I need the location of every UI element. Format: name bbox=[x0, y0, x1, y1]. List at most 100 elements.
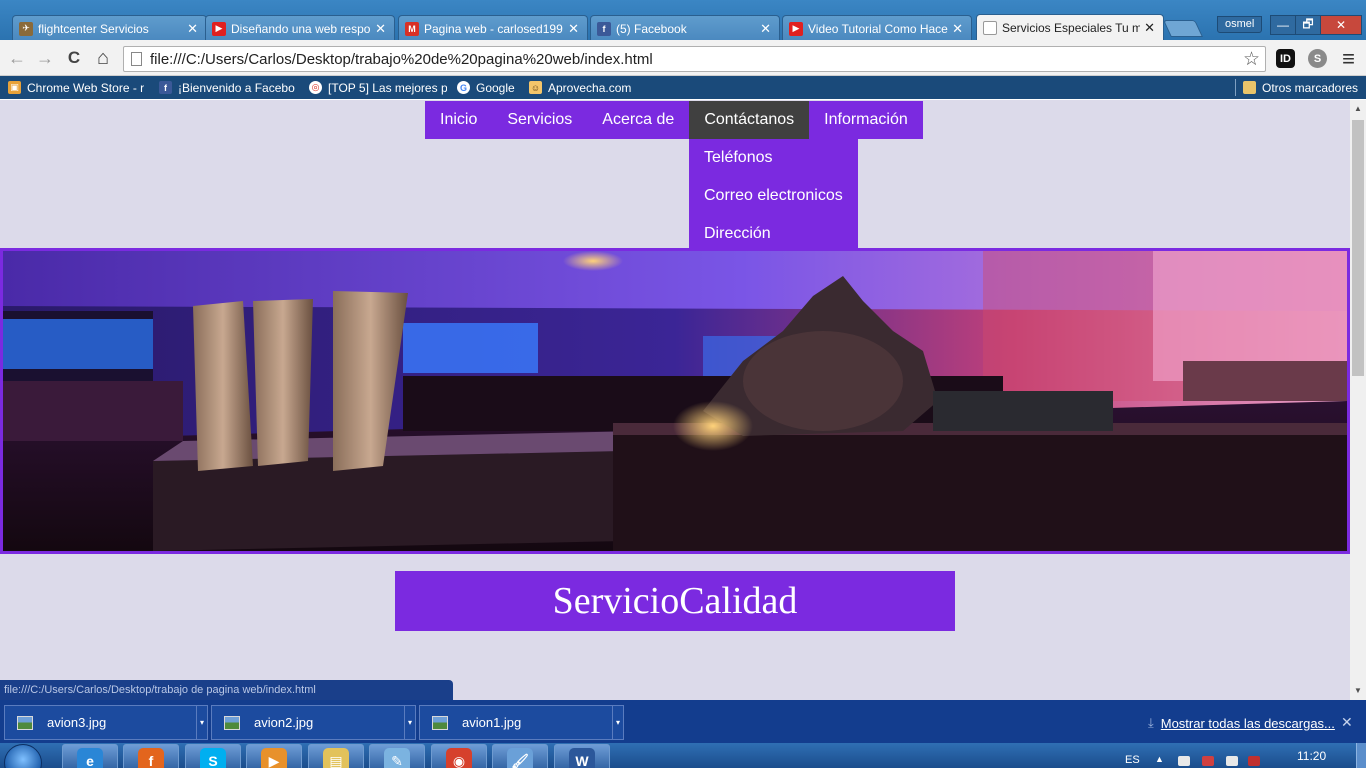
forward-arrow-icon[interactable]: → bbox=[35, 48, 55, 68]
tab-youtube-2[interactable]: ▶ Video Tutorial Como Hace ✕ bbox=[782, 15, 972, 41]
bookmark-google[interactable]: G Google bbox=[457, 79, 521, 96]
bookmark-label: Aprovecha.com bbox=[548, 80, 632, 95]
tab-label: flightcenter Servicios bbox=[38, 21, 149, 36]
tab-close-icon[interactable]: ✕ bbox=[952, 21, 963, 37]
tab-flightcenter[interactable]: ✈ flightcenter Servicios ✕ bbox=[12, 15, 207, 41]
close-downloads-icon[interactable]: ✕ bbox=[1341, 714, 1353, 731]
action-center-flag-icon[interactable] bbox=[1202, 756, 1214, 766]
taskbar-app-skype[interactable]: S bbox=[185, 744, 241, 768]
page-icon bbox=[983, 21, 997, 35]
downloads-shelf: avion3.jpg ▾ avion2.jpg ▾ avion1.jpg ▾ ⤓… bbox=[0, 700, 1366, 743]
media-player-icon: ▶ bbox=[261, 748, 287, 768]
tab-label: Video Tutorial Como Hace bbox=[808, 21, 948, 36]
download-item[interactable]: avion3.jpg ▾ bbox=[4, 705, 208, 740]
chevron-down-icon[interactable]: ▾ bbox=[196, 706, 207, 739]
tab-close-icon[interactable]: ✕ bbox=[1144, 20, 1155, 36]
skype-extension-icon[interactable]: S bbox=[1308, 49, 1327, 68]
page-icon bbox=[131, 52, 142, 66]
image-file-icon bbox=[224, 715, 240, 730]
start-button[interactable] bbox=[4, 744, 42, 768]
chrome-menu-icon[interactable]: ≡ bbox=[1339, 46, 1358, 71]
chrome-web-store-icon: ▣ bbox=[8, 81, 21, 94]
restore-button[interactable]: 🗗 bbox=[1295, 15, 1321, 35]
menu-item-informacion[interactable]: Información bbox=[809, 101, 923, 139]
tab-youtube-1[interactable]: ▶ Diseñando una web respo ✕ bbox=[205, 15, 395, 41]
menu-item-contactanos[interactable]: Contáctanos bbox=[689, 101, 810, 139]
bookmark-label: Chrome Web Store - r bbox=[27, 80, 145, 95]
bookmark-aprovecha[interactable]: ☺ Aprovecha.com bbox=[529, 79, 639, 96]
tab-label: Pagina web - carlosed199 bbox=[424, 21, 563, 36]
headline-servicio-calidad: ServicioCalidad bbox=[395, 571, 955, 631]
bookmark-chrome-web-store[interactable]: ▣ Chrome Web Store - r bbox=[8, 79, 148, 96]
google-icon: G bbox=[457, 81, 470, 94]
scroll-up-icon[interactable]: ▲ bbox=[1350, 102, 1366, 116]
show-all-downloads-label: Mostrar todas las descargas... bbox=[1160, 715, 1335, 731]
taskbar-app-media-player[interactable]: ▶ bbox=[246, 744, 302, 768]
download-item[interactable]: avion2.jpg ▾ bbox=[211, 705, 416, 740]
taskbar-app-firefox[interactable]: f bbox=[123, 744, 179, 768]
minimize-button[interactable]: — bbox=[1270, 15, 1296, 35]
display-icon[interactable] bbox=[1226, 756, 1238, 766]
firefox-icon: f bbox=[138, 748, 164, 768]
tab-facebook[interactable]: f (5) Facebook ✕ bbox=[590, 15, 780, 41]
menu-item-inicio[interactable]: Inicio bbox=[425, 101, 492, 139]
taskbar-app-chrome[interactable]: ◉ bbox=[431, 744, 487, 768]
status-bubble-url: file:///C:/Users/Carlos/Desktop/trabajo … bbox=[0, 680, 453, 700]
chevron-down-icon[interactable]: ▾ bbox=[404, 706, 415, 739]
network-icon[interactable] bbox=[1178, 756, 1190, 766]
image-file-icon bbox=[432, 715, 448, 730]
system-clock[interactable]: 11:20 bbox=[1297, 749, 1326, 763]
page-scrollbar[interactable]: ▲ ▼ bbox=[1350, 100, 1366, 700]
reload-icon[interactable]: C bbox=[64, 48, 84, 68]
bookmark-label: [TOP 5] Las mejores p bbox=[328, 80, 447, 95]
tab-label: Servicios Especiales Tu mu bbox=[1002, 21, 1141, 35]
scroll-down-icon[interactable]: ▼ bbox=[1350, 684, 1366, 698]
taskbar-app-paint[interactable]: 🖌 bbox=[492, 744, 548, 768]
home-icon[interactable]: ⌂ bbox=[93, 48, 113, 68]
user-profile-button[interactable]: osmel bbox=[1217, 16, 1263, 33]
tab-close-icon[interactable]: ✕ bbox=[187, 21, 198, 37]
download-item[interactable]: avion1.jpg ▾ bbox=[419, 705, 624, 740]
image-file-icon bbox=[17, 715, 33, 730]
new-tab-button[interactable] bbox=[1163, 20, 1203, 37]
menu-item-servicios[interactable]: Servicios bbox=[492, 101, 587, 139]
windows-taskbar: e f S ▶ ▤ ✎ ◉ 🖌 W ES ▲ 11:20 bbox=[0, 743, 1366, 768]
tab-gmail[interactable]: M Pagina web - carlosed199 ✕ bbox=[398, 15, 588, 41]
submenu-item-telefonos[interactable]: Teléfonos bbox=[689, 139, 858, 177]
tab-close-icon[interactable]: ✕ bbox=[375, 21, 386, 37]
download-filename: avion3.jpg bbox=[47, 715, 107, 730]
address-bar[interactable]: file:///C:/Users/Carlos/Desktop/trabajo%… bbox=[123, 46, 1266, 72]
taskbar-app-file-explorer[interactable]: ▤ bbox=[308, 744, 364, 768]
tab-close-icon[interactable]: ✕ bbox=[568, 21, 579, 37]
taskbar-app-notepad[interactable]: ✎ bbox=[369, 744, 425, 768]
banner-photo-illustration bbox=[3, 251, 1347, 551]
scroll-thumb[interactable] bbox=[1352, 120, 1364, 376]
show-desktop-button[interactable] bbox=[1356, 743, 1366, 768]
chrome-icon: ◉ bbox=[446, 748, 472, 768]
show-all-downloads-link[interactable]: ⤓ Mostrar todas las descargas... bbox=[1148, 715, 1335, 731]
address-bar-url[interactable]: file:///C:/Users/Carlos/Desktop/trabajo%… bbox=[150, 51, 653, 68]
page-viewport: Inicio Servicios Acerca de Contáctanos I… bbox=[0, 100, 1350, 700]
bookmark-star-icon[interactable]: ☆ bbox=[1243, 48, 1260, 71]
taskbar-app-internet-explorer[interactable]: e bbox=[62, 744, 118, 768]
back-arrow-icon[interactable]: ← bbox=[7, 48, 27, 68]
download-filename: avion1.jpg bbox=[462, 715, 522, 730]
submenu-item-correo[interactable]: Correo electronicos bbox=[689, 177, 858, 215]
show-hidden-icons-icon[interactable]: ▲ bbox=[1155, 754, 1164, 764]
bookmark-top5[interactable]: ◎ [TOP 5] Las mejores p bbox=[309, 79, 447, 96]
close-window-button[interactable]: ✕ bbox=[1320, 15, 1362, 35]
tab-servicios-especiales[interactable]: Servicios Especiales Tu mu ✕ bbox=[976, 14, 1164, 41]
chevron-down-icon[interactable]: ▾ bbox=[612, 706, 623, 739]
other-bookmarks[interactable]: Otros marcadores bbox=[1243, 79, 1363, 96]
bookmark-label: ¡Bienvenido a Facebo bbox=[178, 80, 295, 95]
bookmarks-bar: ▣ Chrome Web Store - r f ¡Bienvenido a F… bbox=[0, 76, 1366, 99]
main-menu: Inicio Servicios Acerca de Contáctanos I… bbox=[425, 101, 923, 139]
volume-icon[interactable] bbox=[1248, 756, 1260, 766]
banner-image bbox=[0, 248, 1350, 554]
menu-item-acerca-de[interactable]: Acerca de bbox=[587, 101, 689, 139]
tab-close-icon[interactable]: ✕ bbox=[760, 21, 771, 37]
language-indicator[interactable]: ES bbox=[1125, 754, 1140, 766]
bookmark-facebook[interactable]: f ¡Bienvenido a Facebo bbox=[159, 79, 297, 96]
taskbar-app-word[interactable]: W bbox=[554, 744, 610, 768]
id-extension-icon[interactable]: ID bbox=[1276, 49, 1295, 68]
